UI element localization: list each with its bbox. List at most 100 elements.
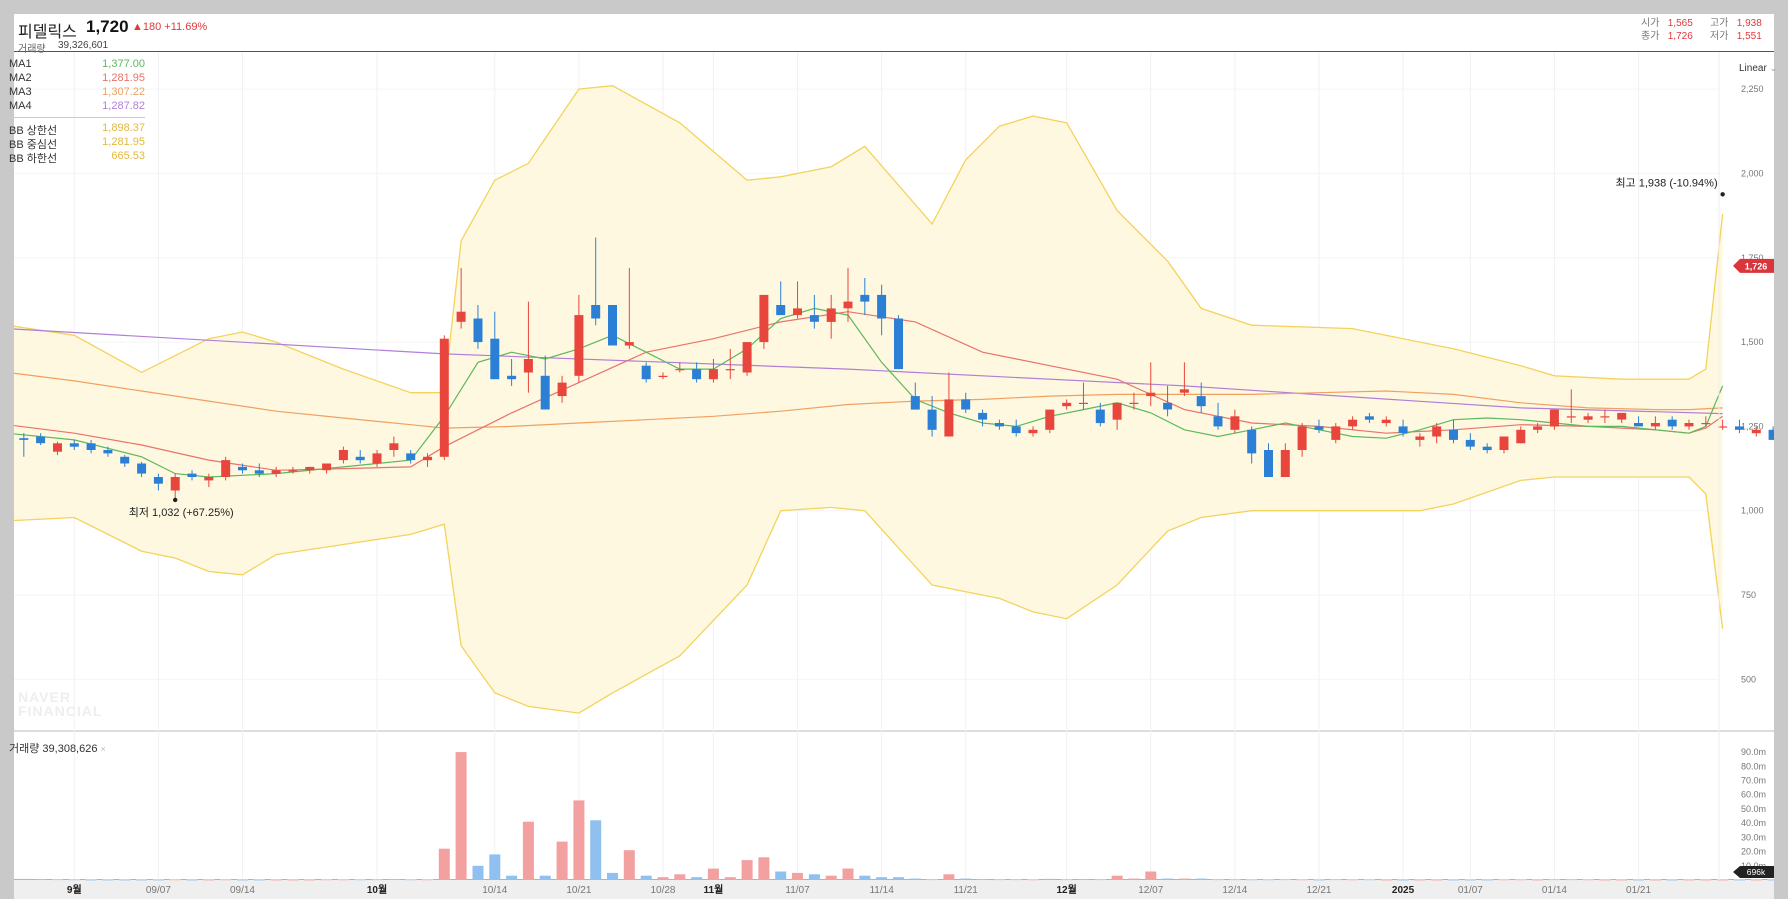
- candle-body: [322, 463, 332, 471]
- candle-body: [1348, 419, 1358, 427]
- volume-bar: [102, 879, 114, 881]
- candle-body: [1331, 426, 1341, 440]
- legend-bb-lower[interactable]: BB 하한선 665.53: [9, 150, 145, 165]
- legend-ma3[interactable]: MA3 1,307.22: [9, 86, 145, 100]
- volume-bar: [1061, 879, 1073, 881]
- candle-body: [1499, 436, 1509, 450]
- volume-bar: [842, 868, 854, 880]
- x-tick-label: 09/07: [146, 885, 171, 896]
- volume-bar: [993, 879, 1005, 881]
- candle-body: [137, 463, 147, 474]
- candle-body: [1566, 416, 1576, 418]
- volume-bar: [152, 879, 164, 881]
- y-tick-label: 2,000: [1741, 168, 1764, 178]
- candle-body: [1583, 416, 1593, 420]
- candle-body: [19, 438, 29, 440]
- scale-mode-toggle[interactable]: Linear ⌄: [1739, 63, 1777, 74]
- volume-bar: [119, 879, 131, 881]
- candle-body: [776, 305, 786, 316]
- legend-ma4[interactable]: MA4 1,287.82: [9, 100, 145, 114]
- volume-bar: [1616, 879, 1628, 881]
- candle-body: [153, 477, 163, 484]
- volume-bar: [909, 878, 921, 880]
- legend-bb-upper[interactable]: BB 상한선 1,898.37: [9, 122, 145, 137]
- x-tick-label: 10/21: [566, 885, 591, 896]
- volume-bar: [1515, 879, 1527, 881]
- volume-bar: [1010, 879, 1022, 881]
- candle-body: [1095, 409, 1105, 424]
- volume-bar: [859, 875, 871, 880]
- candle-body: [574, 315, 584, 376]
- candle-body: [1650, 423, 1660, 427]
- candle-body: [927, 409, 937, 430]
- volume-bar: [1128, 878, 1140, 880]
- candle-body: [1398, 426, 1408, 434]
- candle-body: [826, 308, 836, 322]
- volume-bar: [203, 879, 215, 881]
- volume-bar: [1548, 879, 1560, 881]
- candle-body: [1028, 429, 1038, 434]
- volume-tick-label: 20.0m: [1741, 847, 1766, 857]
- current-price-tag-label: 1,726: [1745, 261, 1768, 271]
- volume-bar: [186, 879, 198, 881]
- y-tick-label: 750: [1741, 590, 1756, 600]
- candle-body: [1432, 426, 1442, 437]
- volume-bar: [1414, 879, 1426, 881]
- candle-body: [204, 477, 214, 481]
- x-tick-label: 09/14: [230, 885, 255, 896]
- volume-tick-label: 50.0m: [1741, 804, 1766, 814]
- volume-bar: [136, 879, 148, 881]
- close-icon[interactable]: ×: [101, 744, 106, 754]
- volume-bar: [1111, 875, 1123, 880]
- volume-bar: [1296, 879, 1308, 881]
- volume-bar: [237, 879, 248, 881]
- volume-bar: [1246, 879, 1258, 881]
- volume-bar: [1599, 879, 1611, 881]
- candle-body: [1045, 409, 1055, 430]
- candle-body: [540, 375, 550, 410]
- volume-bar: [1094, 879, 1106, 881]
- volume-bar: [1683, 879, 1695, 881]
- volume-bar: [1734, 879, 1745, 881]
- legend-bb-middle[interactable]: BB 중심선 1,281.95: [9, 136, 145, 151]
- volume-bar: [405, 879, 417, 881]
- candle-body: [860, 294, 870, 302]
- volume-value: 39,326,601: [58, 40, 109, 51]
- candle-body: [624, 342, 634, 346]
- volume-bar: [674, 874, 686, 880]
- volume-label: 거래량: [18, 44, 46, 55]
- y-tick-label: 1,500: [1741, 337, 1764, 347]
- volume-bar: [85, 879, 97, 881]
- volume-tick-label: 60.0m: [1741, 790, 1766, 800]
- candle-body: [1146, 392, 1156, 397]
- volume-bar: [758, 857, 770, 880]
- annotation-label: 최저 1,032 (+67.25%): [129, 506, 234, 519]
- volume-bar: [1431, 879, 1443, 881]
- candle-body: [1684, 423, 1694, 427]
- candle-body: [1381, 419, 1391, 424]
- candle-body: [910, 396, 920, 410]
- volume-bar: [691, 877, 703, 880]
- legend-ma1[interactable]: MA1 1,377.00: [9, 58, 145, 72]
- volume-bar: [707, 868, 719, 880]
- volume-bar: [1229, 879, 1241, 881]
- volume-bar: [1666, 879, 1678, 881]
- candle-body: [1600, 416, 1610, 418]
- candle-body: [1062, 402, 1072, 407]
- chevron-down-icon: ⌄: [1769, 63, 1778, 73]
- volume-bar: [539, 875, 551, 880]
- legend-ma2[interactable]: MA2 1,281.95: [9, 72, 145, 86]
- x-axis-band: [14, 880, 1774, 899]
- volume-bar: [253, 879, 265, 881]
- volume-tick-label: 30.0m: [1741, 832, 1766, 842]
- x-tick-label: 9월: [67, 884, 82, 896]
- candle-body: [1280, 450, 1290, 477]
- y-tick-label: 1,000: [1741, 506, 1764, 516]
- volume-bar: [1649, 879, 1661, 881]
- candle-body: [389, 443, 399, 450]
- volume-bar: [556, 841, 568, 880]
- volume-bar: [1279, 879, 1291, 881]
- stock-chart[interactable]: 최고 1,938 (-10.94%) 최저 1,032 (+67.25%) 500 7…: [0, 0, 1788, 899]
- volume-bar: [270, 879, 282, 881]
- volume-bar: [657, 877, 669, 880]
